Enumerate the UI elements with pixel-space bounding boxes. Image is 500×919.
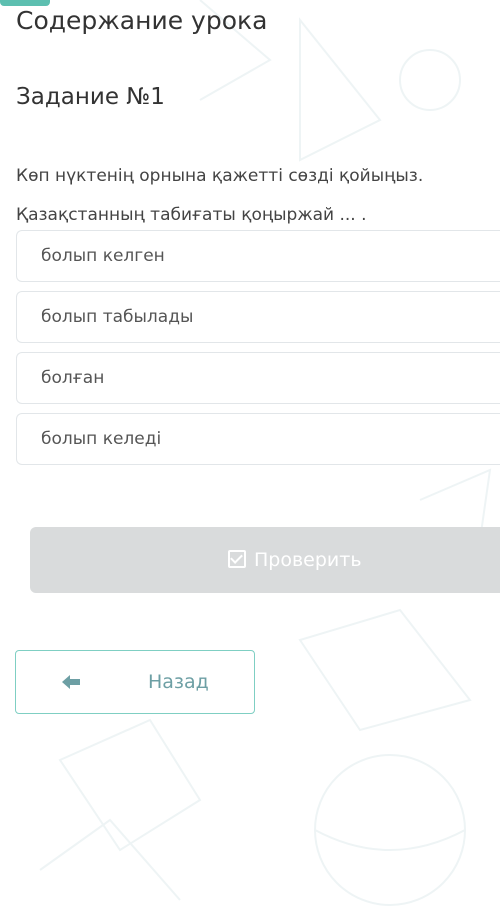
- back-button-label: Назад: [148, 671, 209, 693]
- answer-option-2[interactable]: болып табылады: [16, 291, 500, 343]
- answer-option-label: болған: [41, 368, 105, 388]
- checkbox-check-icon: [228, 550, 246, 568]
- answer-option-3[interactable]: болған: [16, 352, 500, 404]
- check-button-label: Проверить: [254, 549, 362, 571]
- answer-option-label: болып табылады: [41, 307, 194, 327]
- answer-option-4[interactable]: болып келеді: [16, 413, 500, 465]
- answer-option-label: болып келеді: [41, 429, 162, 449]
- answer-option-1[interactable]: болып келген: [16, 230, 500, 282]
- task-sentence: Қазақстанның табиғаты қоңыржай ... .: [16, 205, 367, 225]
- lesson-content-title: Содержание урока: [16, 6, 268, 35]
- back-button[interactable]: Назад: [15, 650, 255, 714]
- task-instruction: Көп нүктенің орнына қажетті сөзді қойыңы…: [16, 166, 424, 186]
- check-button[interactable]: Проверить: [30, 527, 500, 593]
- arrow-left-icon: [62, 675, 80, 689]
- task-title: Задание №1: [16, 84, 165, 110]
- answer-option-label: болып келген: [41, 246, 165, 266]
